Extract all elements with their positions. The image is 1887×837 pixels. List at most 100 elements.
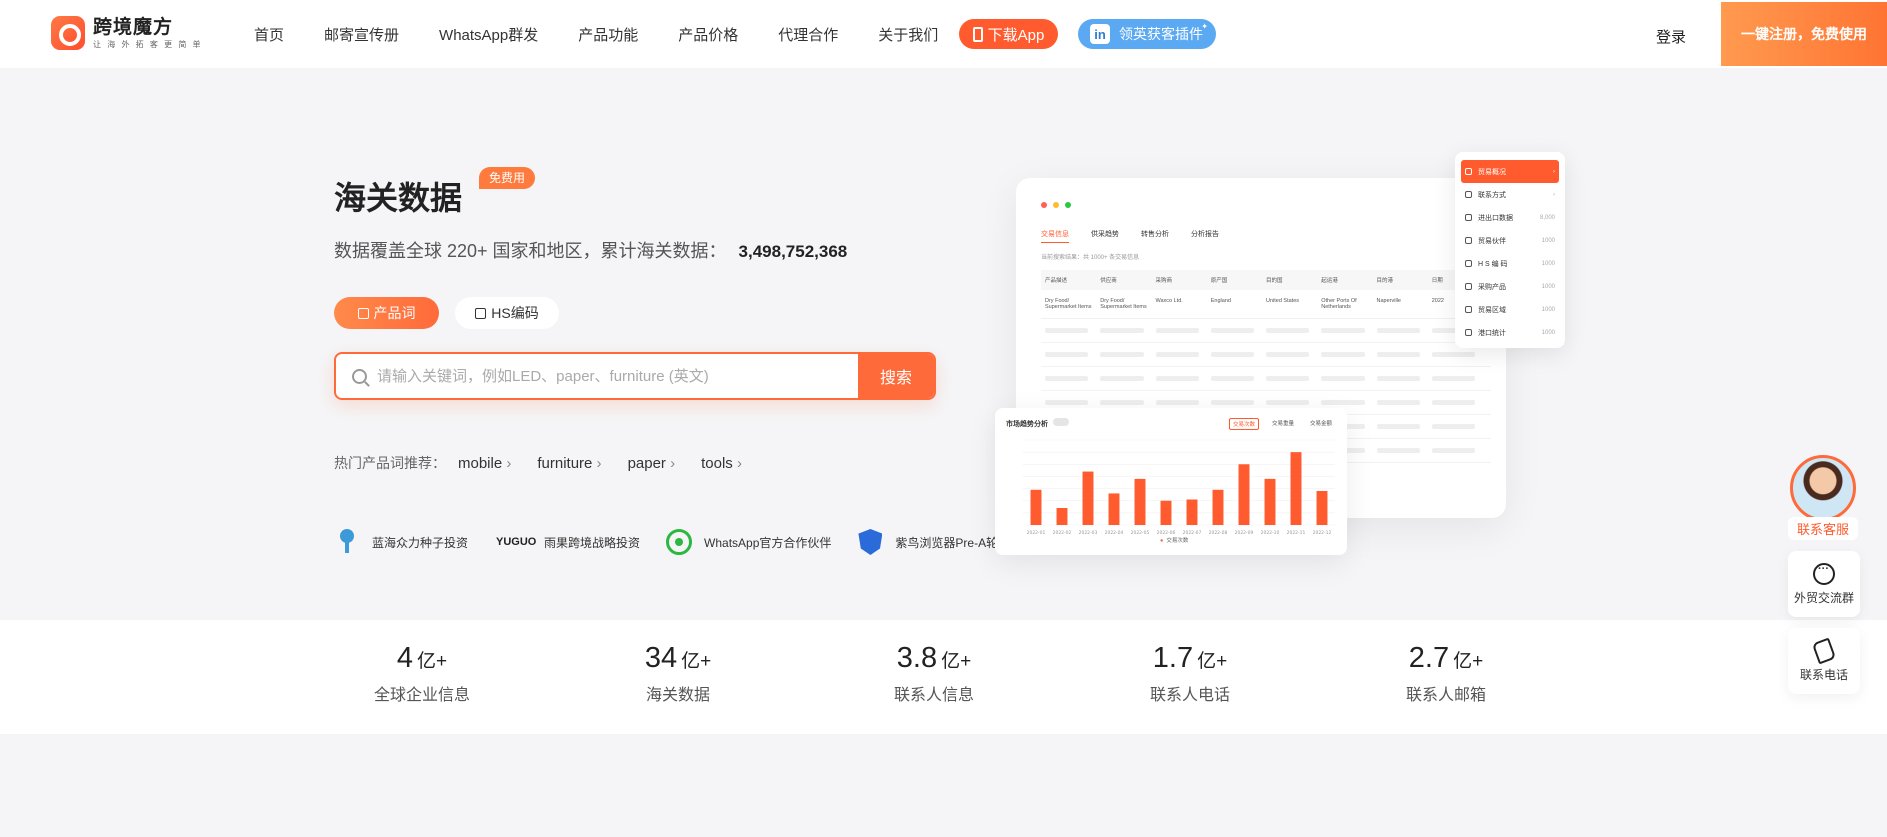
side-menu-label: H S 编 码	[1478, 260, 1508, 268]
side-menu-label: 港口统计	[1478, 329, 1506, 337]
chart-tab: 交易金额	[1309, 421, 1332, 427]
nav-whatsapp[interactable]: WhatsApp群发	[439, 24, 538, 45]
hero-subtitle: 数据覆盖全球 220+ 国家和地区，累计海关数据： 3,498,752,368	[334, 237, 847, 263]
hot-keywords-label: 热门产品词推荐：	[334, 455, 446, 471]
stat-unit: 亿+	[1197, 651, 1228, 672]
partner-item: 紫鸟浏览器Pre-A轮	[857, 528, 998, 556]
side-menu-label: 联系方式	[1478, 191, 1506, 199]
search-button[interactable]: 搜索	[858, 354, 934, 398]
stat-item: 4 亿+ 全球企业信息	[322, 642, 522, 705]
stat-number: 1.7	[1152, 642, 1194, 674]
nav-agent[interactable]: 代理合作	[778, 24, 838, 45]
side-menu-item: 进出口数据 8,000	[1461, 206, 1559, 229]
hot-keywords: 热门产品词推荐： mobile furniture paper tools	[334, 453, 768, 473]
stat-label: 联系人信息	[893, 687, 974, 704]
document-icon	[475, 307, 487, 319]
table-cell: Other Ports Of Netherlands	[1321, 298, 1357, 310]
top-navbar: 跨境魔方 让 海 外 拓 客 更 简 单 首页 邮寄宣传册 WhatsApp群发…	[0, 0, 1887, 68]
stat-label: 联系人电话	[1149, 687, 1230, 704]
download-app-button[interactable]: 下载App	[959, 19, 1058, 49]
page-title: 海关数据	[334, 180, 463, 216]
stat-unit: 亿+	[941, 651, 972, 672]
register-button[interactable]: 一键注册，免费使用	[1721, 2, 1887, 66]
table-cell: Dry Food/ Supermarket Items	[1045, 298, 1092, 310]
nav-brochure[interactable]: 邮寄宣传册	[324, 24, 399, 45]
chat-bubble-icon	[1813, 563, 1835, 585]
hot-keyword-paper[interactable]: paper	[628, 455, 676, 472]
nav-home[interactable]: 首页	[254, 24, 284, 45]
side-menu-item: 贸易概况 ›	[1461, 160, 1559, 183]
stat-item: 2.7 亿+ 联系人邮箱	[1346, 642, 1546, 705]
mockup-note: 当前搜索结果：共 1000+ 条交易信息	[1041, 255, 1140, 261]
linkedin-plugin-button[interactable]: in 领英获客插件 ✦	[1078, 19, 1216, 49]
chart-bar	[1186, 499, 1198, 525]
stat-unit: 亿+	[681, 651, 712, 672]
stat-number: 2.7	[1408, 642, 1450, 674]
clock-icon	[1465, 168, 1472, 175]
partner-item: YUGUO 雨果跨境战略投资	[494, 528, 640, 556]
bag-icon	[357, 307, 369, 319]
scan-icon	[1465, 260, 1472, 267]
partner-item: 蓝海众力种子投资	[334, 528, 468, 556]
nav-pricing[interactable]: 产品价格	[678, 24, 738, 45]
chart-x-tick: 2022-11	[1287, 530, 1306, 536]
table-cell: England	[1210, 298, 1231, 304]
mockup-side-menu: 贸易概况 › 联系方式 › 进出口数据 8,000 贸易伙伴 1000 H S 编 码 1…	[1455, 152, 1565, 348]
chart-x-tick: 2022-03	[1079, 530, 1098, 536]
linkedin-plugin-label: 领英获客插件	[1119, 26, 1203, 42]
download-app-label: 下载App	[987, 26, 1045, 44]
skeleton-row	[1041, 343, 1491, 367]
search-box: 搜索	[334, 352, 936, 400]
table-header-cell: 目的国	[1266, 278, 1283, 284]
contact-phone-button[interactable]: 联系电话	[1788, 628, 1860, 694]
chart-bar	[1056, 508, 1068, 525]
partner-label: 雨果跨境战略投资	[544, 535, 641, 550]
mockup-tab: 转售分析	[1141, 231, 1169, 238]
customer-service-label: 联系客服	[1788, 517, 1858, 540]
chart-tabs: 交易次数 交易重量 交易金额	[1219, 418, 1335, 430]
tab-hs-code[interactable]: HS编码	[455, 297, 559, 329]
table-cell: United States	[1266, 298, 1300, 304]
nav-features[interactable]: 产品功能	[578, 24, 638, 45]
side-menu-item: H S 编 码 1000	[1461, 252, 1559, 275]
tab-product-keyword[interactable]: 产品词	[334, 297, 439, 329]
hot-keyword-tools[interactable]: tools	[701, 455, 742, 472]
hero-subtitle-text: 数据覆盖全球 220+ 国家和地区，累计海关数据：	[334, 241, 727, 261]
chart-toggle	[1053, 418, 1069, 426]
users-icon	[1465, 237, 1472, 244]
main-nav: 首页 邮寄宣传册 WhatsApp群发 产品功能 产品价格 代理合作 关于我们	[254, 24, 978, 45]
stat-number: 34	[644, 642, 678, 674]
chart-bar	[1108, 493, 1120, 525]
table-header-cell: 产品描述	[1045, 278, 1068, 284]
side-menu-label: 采购产品	[1478, 283, 1506, 291]
hot-keyword-mobile[interactable]: mobile	[458, 455, 511, 472]
skeleton-row	[1041, 319, 1491, 343]
chart-tab: 交易重量	[1271, 421, 1294, 427]
nav-about[interactable]: 关于我们	[878, 24, 938, 45]
trade-group-button[interactable]: 外贸交流群	[1788, 551, 1860, 617]
whatsapp-icon	[666, 529, 693, 555]
side-menu-count: 8,000	[1539, 214, 1555, 221]
skeleton-row	[1041, 367, 1491, 391]
stat-item: 3.8 亿+ 联系人信息	[834, 642, 1034, 705]
table-cell: Waxco Ltd.	[1155, 298, 1183, 304]
table-row: Dry Food/ Supermarket Items Dry Food/ Su…	[1041, 290, 1491, 319]
side-menu-label: 贸易区域	[1478, 306, 1506, 314]
ziniao-shield-icon	[858, 529, 883, 555]
search-input[interactable]	[377, 367, 837, 385]
customer-service-widget[interactable]: 联系客服	[1788, 455, 1858, 540]
stat-label: 海关数据	[645, 687, 710, 704]
hot-keyword-furniture[interactable]: furniture	[537, 455, 601, 472]
chart-x-tick: 2022-01	[1027, 530, 1046, 536]
side-menu-count: 1000	[1541, 260, 1555, 267]
chart-x-tick: 2022-12	[1313, 530, 1332, 536]
logo[interactable]: 跨境魔方 让 海 外 拓 客 更 简 单	[51, 16, 203, 50]
chart-title: 市场趋势分析	[1006, 421, 1048, 428]
table-header-cell: 采购商	[1155, 278, 1173, 284]
stat-unit: 亿+	[1453, 651, 1484, 672]
chart-x-tick: 2022-02	[1053, 530, 1072, 536]
side-menu-count: 1000	[1541, 283, 1555, 290]
side-menu-label: 贸易伙伴	[1478, 237, 1506, 245]
login-link[interactable]: 登录	[1656, 26, 1686, 47]
logo-name: 跨境魔方	[93, 16, 174, 38]
